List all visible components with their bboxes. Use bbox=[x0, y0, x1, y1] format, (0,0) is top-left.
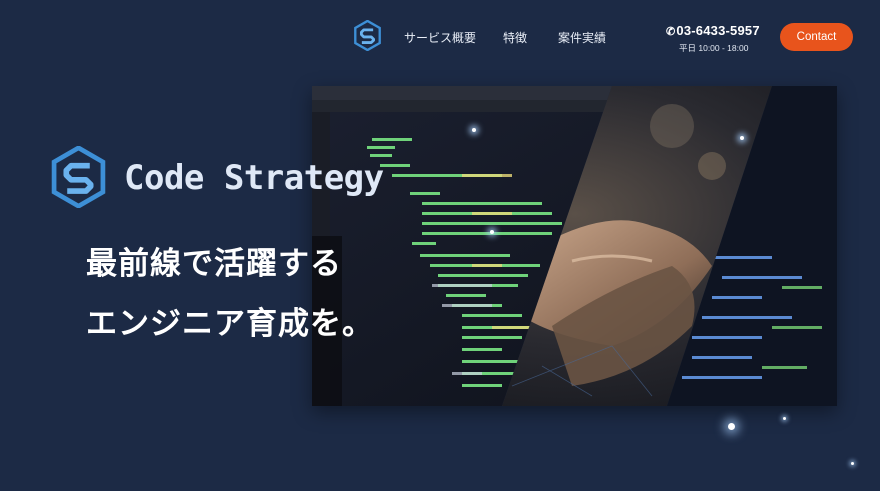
code-strategy-mark-icon bbox=[51, 146, 106, 208]
business-hours: 平日 10:00 - 18:00 bbox=[679, 43, 749, 53]
sparkle-decoration bbox=[490, 230, 494, 234]
code-strategy-logo-icon[interactable] bbox=[352, 20, 383, 51]
phone-number: 03-6433-5957 bbox=[676, 23, 760, 38]
phone-number-link[interactable]: ✆03-6433-5957 bbox=[666, 23, 762, 38]
nav-link-features[interactable]: 特徴 bbox=[503, 29, 527, 46]
hero-image bbox=[312, 86, 837, 406]
site-header: サービス概要 特徴 案件実績 ✆03-6433-5957 平日 10:00 - … bbox=[0, 0, 880, 75]
sparkle-decoration bbox=[783, 417, 786, 420]
nav-link-case-results[interactable]: 案件実績 bbox=[558, 29, 606, 46]
nav-link-service-overview[interactable]: サービス概要 bbox=[404, 29, 476, 46]
phone-contact: ✆03-6433-5957 平日 10:00 - 18:00 bbox=[666, 23, 762, 54]
phone-icon: ✆ bbox=[666, 26, 676, 38]
brand-logo: Code Strategy bbox=[50, 146, 390, 208]
hero-headline-line-1: 最前線で活躍する bbox=[86, 246, 342, 282]
hero-photo-collage bbox=[312, 86, 837, 406]
sparkle-decoration bbox=[728, 423, 735, 430]
hero-headline-line-2: エンジニア育成を。 bbox=[86, 306, 374, 342]
contact-button[interactable]: Contact bbox=[780, 23, 853, 51]
sparkle-decoration bbox=[472, 128, 476, 132]
sparkle-decoration bbox=[851, 462, 854, 465]
brand-name: Code Strategy bbox=[124, 158, 384, 198]
sparkle-decoration bbox=[740, 136, 744, 140]
